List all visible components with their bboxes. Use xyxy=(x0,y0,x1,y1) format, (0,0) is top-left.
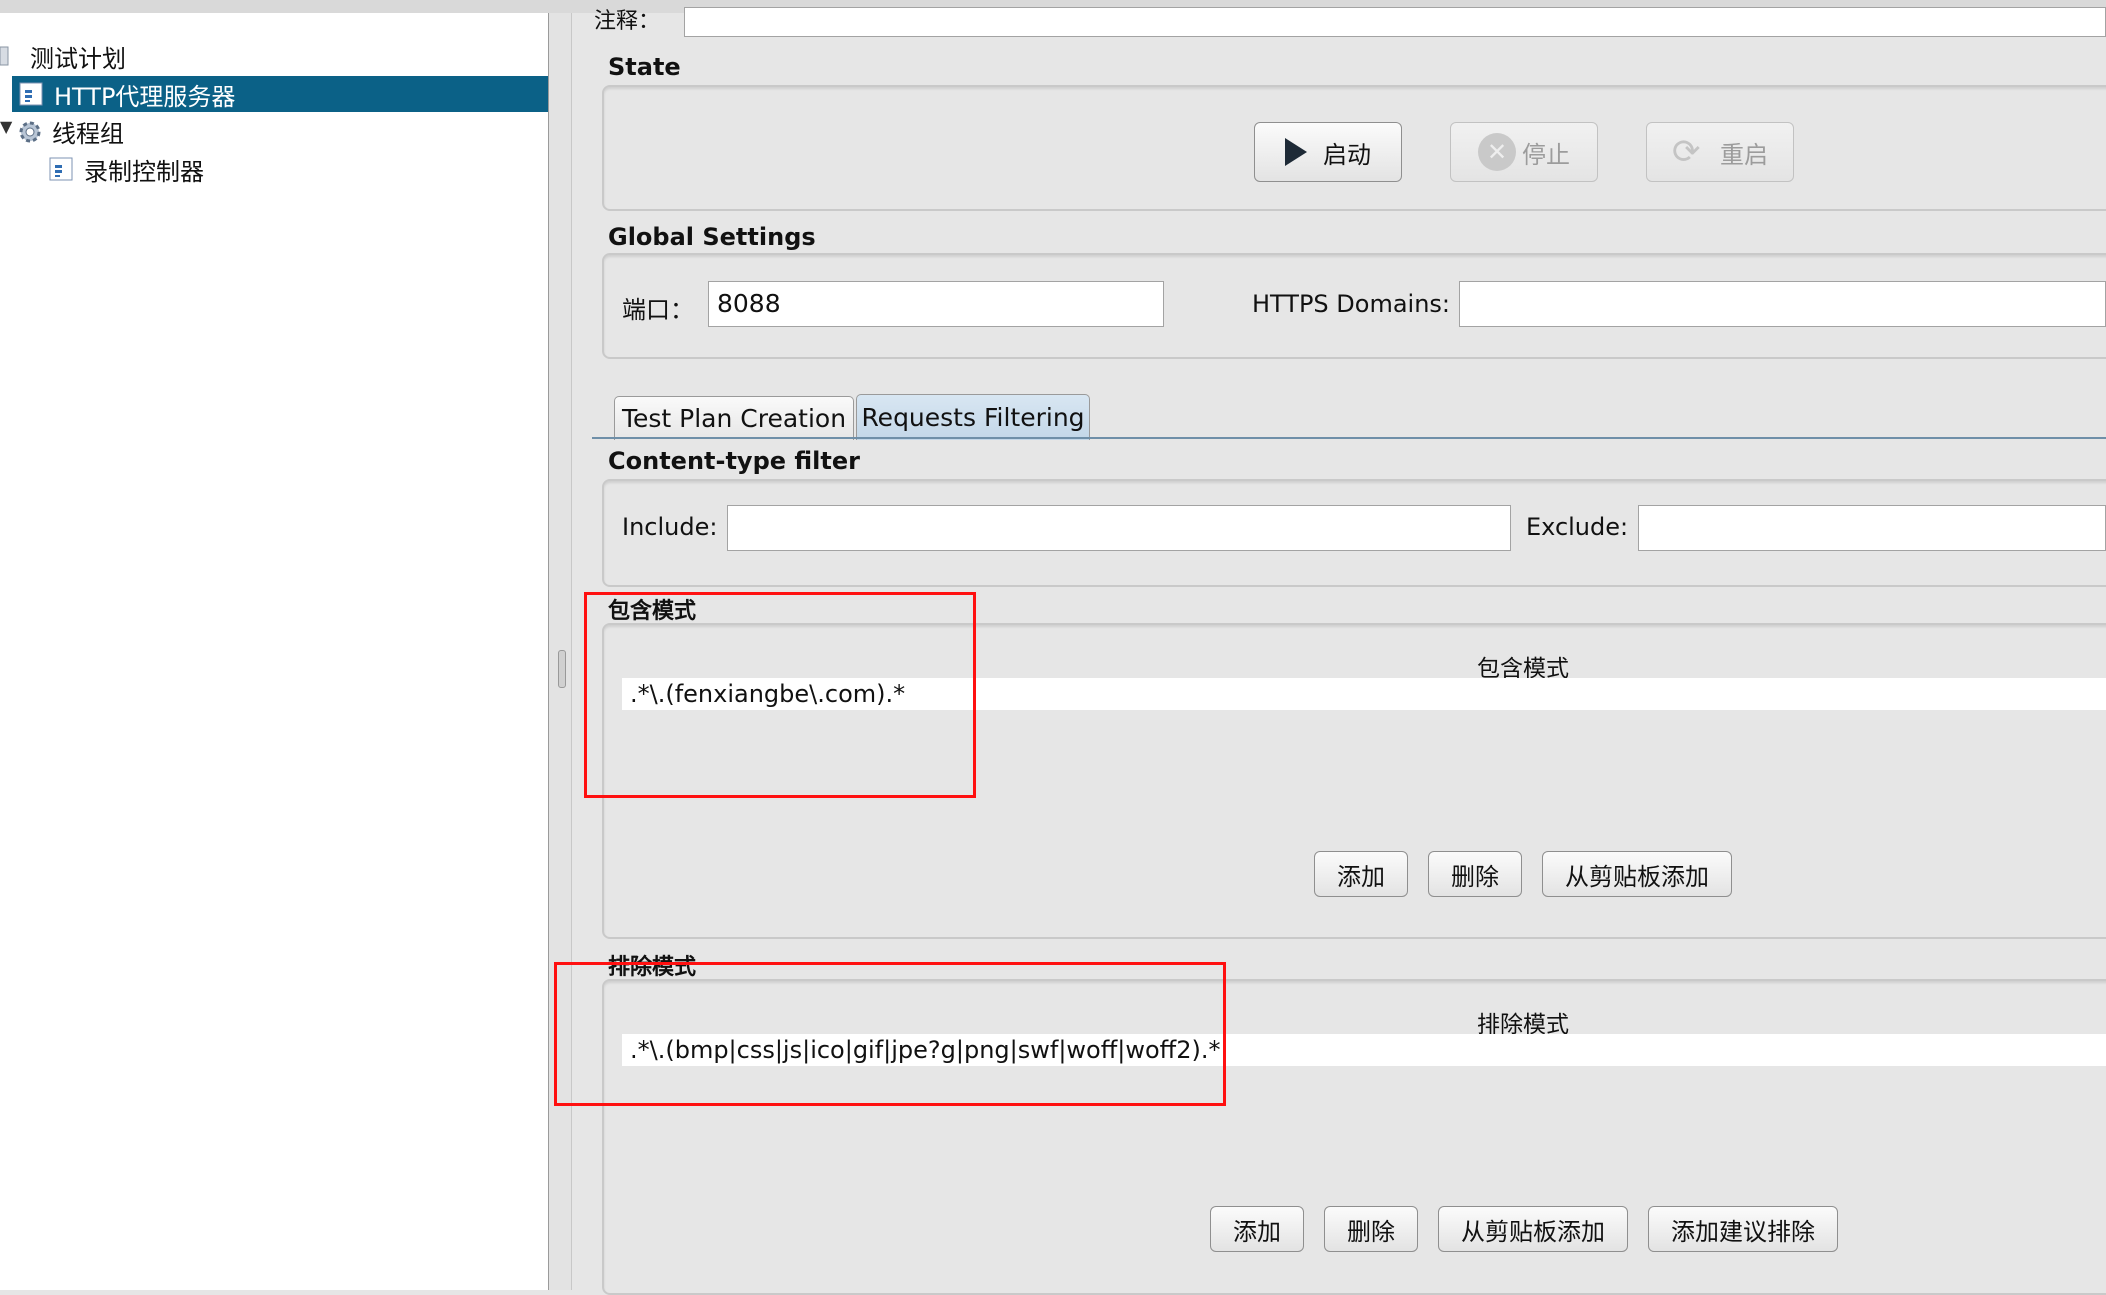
include-content-type-field[interactable] xyxy=(727,505,1511,551)
exclude-add-button[interactable]: 添加 xyxy=(1210,1206,1304,1252)
include-add-button[interactable]: 添加 xyxy=(1314,851,1408,897)
restart-icon: ⟳ xyxy=(1672,132,1701,172)
comments-label: 注释： xyxy=(594,9,661,34)
port-label: 端口： xyxy=(622,296,694,324)
suggested-excludes-button[interactable]: 添加建议排除 xyxy=(1648,1206,1838,1252)
test-plan-icon xyxy=(0,43,14,69)
stop-button-label: 停止 xyxy=(1522,140,1570,169)
exclude-content-type-field[interactable] xyxy=(1638,505,2106,551)
tree-node-label: 录制控制器 xyxy=(84,157,204,186)
gear-icon xyxy=(16,118,42,144)
test-plan-tree[interactable]: 测试计划 HTTP代理服务器 ▼ 线程组 录制控制器 xyxy=(0,13,549,1290)
tab-test-plan-creation[interactable]: Test Plan Creation xyxy=(614,396,854,440)
tree-node-label: HTTP代理服务器 xyxy=(54,82,236,111)
proxy-server-icon xyxy=(18,81,44,107)
stop-icon: ✕ xyxy=(1478,133,1516,171)
port-field[interactable]: 8088 xyxy=(708,281,1164,327)
exclude-label: Exclude: xyxy=(1526,513,1629,541)
tree-node-http-proxy[interactable]: HTTP代理服务器 xyxy=(12,76,548,112)
comments-field[interactable] xyxy=(684,7,2106,37)
exclude-delete-button[interactable]: 删除 xyxy=(1324,1206,1418,1252)
stop-button[interactable]: ✕ 停止 xyxy=(1450,122,1598,182)
play-icon xyxy=(1285,138,1307,166)
content-type-filter-title: Content-type filter xyxy=(608,447,860,475)
tree-node-recording-controller[interactable]: 录制控制器 xyxy=(48,151,528,187)
https-domains-field[interactable] xyxy=(1459,281,2106,327)
tree-node-label: 测试计划 xyxy=(30,44,126,73)
exclude-annotation-box xyxy=(554,962,1226,1106)
expand-arrow-icon[interactable]: ▼ xyxy=(0,117,12,136)
restart-button-label: 重启 xyxy=(1720,140,1768,169)
include-paste-button[interactable]: 从剪贴板添加 xyxy=(1542,851,1732,897)
restart-button[interactable]: ⟳ 重启 xyxy=(1646,122,1794,182)
tree-node-label: 线程组 xyxy=(52,119,124,148)
start-button-label: 启动 xyxy=(1323,140,1371,169)
tab-requests-filtering[interactable]: Requests Filtering xyxy=(856,394,1090,440)
recording-controller-icon xyxy=(48,156,74,182)
exclude-paste-button[interactable]: 从剪贴板添加 xyxy=(1438,1206,1628,1252)
tree-node-thread-group[interactable]: 线程组 xyxy=(16,113,516,149)
https-domains-label: HTTPS Domains: xyxy=(1252,290,1450,318)
tab-underline xyxy=(592,437,2106,439)
include-label: Include: xyxy=(622,513,718,541)
split-pane-grip[interactable] xyxy=(558,650,566,688)
tree-node-test-plan[interactable]: 测试计划 xyxy=(0,38,548,74)
include-annotation-box xyxy=(584,592,976,798)
start-button[interactable]: 启动 xyxy=(1254,122,1402,182)
global-settings-title: Global Settings xyxy=(608,223,816,251)
include-delete-button[interactable]: 删除 xyxy=(1428,851,1522,897)
state-title: State xyxy=(608,53,681,81)
